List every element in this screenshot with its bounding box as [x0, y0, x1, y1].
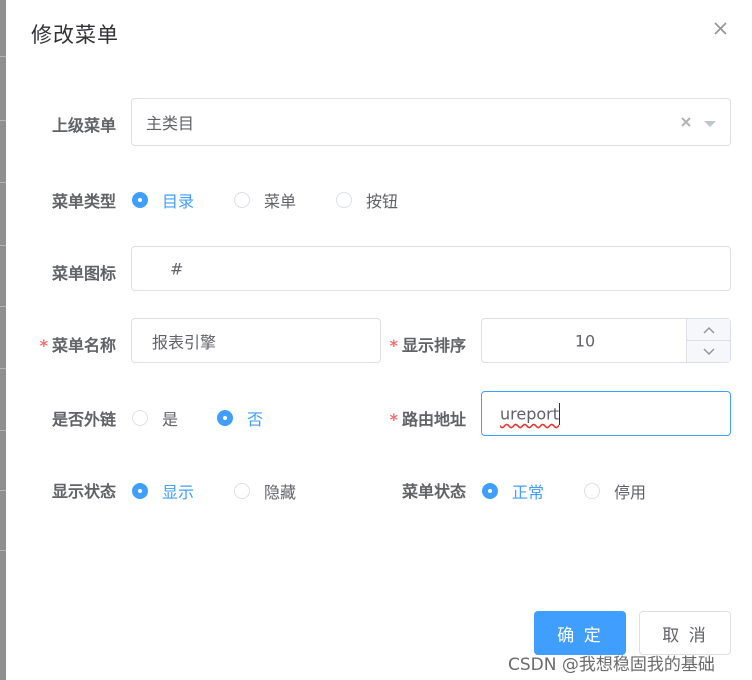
dialog-title: 修改菜单: [31, 23, 119, 47]
route-path-value: ureport: [500, 404, 560, 423]
display-order-label: * 显示排序: [346, 332, 466, 356]
radio-indicator: [482, 483, 498, 499]
radio-label: 菜单: [264, 192, 297, 211]
parent-menu-select[interactable]: 主类目: [131, 98, 731, 146]
menu-status-label: 菜单状态: [401, 482, 466, 501]
cancel-button[interactable]: 取 消: [639, 611, 731, 655]
menu-icon-input[interactable]: #: [131, 246, 731, 291]
menu-icon-value: #: [170, 259, 184, 278]
radio-label: 正常: [512, 483, 545, 502]
increase-button[interactable]: [686, 319, 730, 341]
required-mark: *: [389, 410, 398, 429]
parent-menu-value: 主类目: [146, 114, 195, 133]
menu-status-option-disabled[interactable]: 停用: [584, 479, 646, 503]
radio-indicator: [217, 410, 233, 426]
text-cursor: [559, 403, 560, 425]
menu-name-label: * 菜单名称: [0, 332, 116, 356]
required-mark: *: [39, 336, 48, 355]
radio-label: 是: [162, 410, 179, 429]
chevron-down-icon[interactable]: [702, 115, 718, 134]
menu-type-option-menu[interactable]: 菜单: [234, 188, 296, 212]
route-path-label: * 路由地址: [346, 406, 466, 430]
csdn-watermark: CSDN @我想稳固我的基础: [508, 655, 715, 675]
menu-type-option-directory[interactable]: 目录: [132, 188, 194, 212]
menu-type-label: 菜单类型: [51, 192, 116, 211]
radio-label: 否: [247, 410, 264, 429]
radio-indicator: [132, 410, 148, 426]
radio-indicator: [132, 483, 148, 499]
radio-label: 停用: [614, 483, 647, 502]
parent-menu-label: 上级菜单: [51, 116, 116, 135]
display-order-label-text: 显示排序: [401, 336, 466, 355]
menu-status-option-normal[interactable]: 正常: [482, 479, 544, 503]
radio-label: 隐藏: [264, 483, 297, 502]
menu-icon-label: 菜单图标: [51, 264, 116, 283]
display-order-value: 10: [574, 331, 596, 350]
menu-name-input[interactable]: 报表引擎: [131, 318, 381, 363]
decrease-button[interactable]: [686, 341, 730, 362]
display-order-number-input[interactable]: 10: [481, 318, 731, 363]
radio-indicator: [234, 483, 250, 499]
is-external-option-yes[interactable]: 是: [132, 406, 178, 430]
menu-name-value: 报表引擎: [152, 332, 217, 352]
visible-status-option-hide[interactable]: 隐藏: [234, 479, 296, 503]
visible-status-option-show[interactable]: 显示: [132, 479, 194, 503]
required-mark: *: [389, 336, 398, 355]
is-external-option-no[interactable]: 否: [217, 406, 263, 430]
radio-indicator: [336, 192, 352, 208]
radio-indicator: [584, 483, 600, 499]
radio-label: 显示: [162, 483, 195, 502]
menu-name-label-text: 菜单名称: [51, 336, 116, 355]
radio-label: 按钮: [366, 192, 399, 211]
clear-icon[interactable]: [679, 114, 693, 133]
close-icon[interactable]: [711, 19, 731, 39]
radio-label: 目录: [162, 192, 195, 211]
confirm-button[interactable]: 确 定: [534, 611, 626, 655]
radio-indicator: [234, 192, 250, 208]
radio-indicator: [132, 192, 148, 208]
edit-menu-dialog: 修改菜单 上级菜单 主类目 菜单类型 目录 菜单 按钮 菜单图标 # * 菜单名称…: [6, 0, 752, 680]
menu-type-option-button[interactable]: 按钮: [336, 188, 398, 212]
route-path-input[interactable]: ureport: [481, 391, 731, 436]
visible-status-label: 显示状态: [51, 482, 116, 501]
route-path-label-text: 路由地址: [401, 410, 466, 429]
is-external-label: 是否外链: [51, 410, 116, 429]
